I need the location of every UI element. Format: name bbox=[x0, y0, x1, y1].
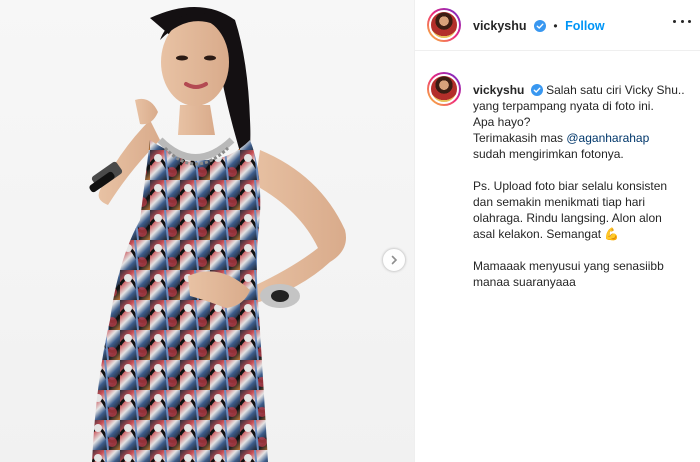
header-username[interactable]: vickyshu bbox=[473, 19, 527, 33]
photo-illustration bbox=[89, 6, 346, 462]
caption-line: asal kelakon. Semangat bbox=[473, 227, 605, 241]
more-options-icon[interactable] bbox=[673, 16, 691, 26]
caption-username[interactable]: vickyshu bbox=[473, 83, 524, 97]
caption-line: Ps. Upload foto biar selalu konsisten bbox=[473, 179, 668, 193]
caption-line: olahraga. Rindu langsing. Alon alon bbox=[473, 211, 662, 225]
chevron-right-icon bbox=[391, 255, 398, 265]
follow-button[interactable]: Follow bbox=[565, 19, 605, 33]
header-user-row: vickyshu • Follow bbox=[473, 17, 605, 35]
verified-badge-icon bbox=[530, 84, 543, 96]
caption-line: yang terpampang nyata di foto ini. bbox=[473, 99, 654, 113]
caption-line: manaa suaranyaaa bbox=[473, 275, 576, 289]
header-separator: • bbox=[553, 19, 558, 33]
caption-line: dan semakin menikmati tiap hari bbox=[473, 195, 646, 209]
post-header: vickyshu • Follow bbox=[415, 0, 700, 51]
next-photo-button[interactable] bbox=[382, 248, 406, 272]
caption-line: sudah mengirimkan fotonya. bbox=[473, 147, 624, 161]
post-photo[interactable] bbox=[0, 0, 414, 462]
verified-badge-icon bbox=[533, 20, 546, 32]
caption-avatar[interactable] bbox=[427, 72, 461, 106]
flexed-biceps-emoji: 💪 bbox=[604, 227, 620, 241]
caption-line: Apa hayo? bbox=[473, 115, 531, 129]
post-side-panel: vickyshu • Follow vickyshu Salah satu ci… bbox=[414, 0, 700, 462]
avatar-image bbox=[429, 10, 459, 40]
caption-avatar-image bbox=[429, 74, 459, 104]
caption-line: Terimakasih mas bbox=[473, 131, 567, 145]
caption-line: Salah satu ciri Vicky Shu.. bbox=[546, 83, 685, 97]
avatar[interactable] bbox=[427, 8, 461, 42]
instagram-post-view: vickyshu • Follow vickyshu Salah satu ci… bbox=[0, 0, 700, 462]
post-caption: vickyshu Salah satu ciri Vicky Shu.. yan… bbox=[473, 82, 693, 290]
mention-link[interactable]: @aganharahap bbox=[566, 131, 649, 145]
caption-line: Mamaaak menyusui yang senasiibb bbox=[473, 259, 664, 273]
